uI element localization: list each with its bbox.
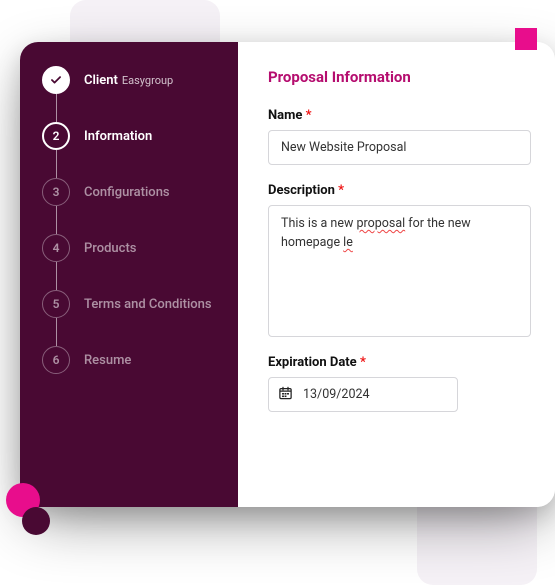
step-connector bbox=[56, 150, 57, 178]
description-field: Description * This is a new proposal for… bbox=[268, 183, 531, 337]
description-input[interactable]: This is a new proposal for the new homep… bbox=[268, 205, 531, 337]
step-connector bbox=[56, 262, 57, 290]
name-field: Name * bbox=[268, 108, 531, 165]
decorative-plum-circle bbox=[22, 507, 50, 535]
step-label: Terms and Conditions bbox=[84, 297, 212, 312]
step-label: Information bbox=[84, 129, 152, 144]
step-label: Resume bbox=[84, 353, 131, 368]
wizard-step-information[interactable]: 2 Information bbox=[42, 122, 216, 178]
step-label: Configurations bbox=[84, 185, 170, 200]
expiration-label: Expiration Date * bbox=[268, 355, 531, 370]
wizard-step-terms[interactable]: 5 Terms and Conditions bbox=[42, 290, 216, 346]
calendar-icon bbox=[278, 385, 293, 404]
step-number: 5 bbox=[42, 290, 70, 318]
description-label: Description * bbox=[268, 183, 531, 198]
required-mark: * bbox=[338, 183, 344, 198]
required-mark: * bbox=[306, 108, 312, 123]
name-input[interactable] bbox=[268, 130, 531, 165]
wizard-step-resume[interactable]: 6 Resume bbox=[42, 346, 216, 374]
step-connector bbox=[56, 318, 57, 346]
required-mark: * bbox=[360, 355, 366, 370]
label-text: Expiration Date bbox=[268, 355, 357, 370]
decorative-pink-square bbox=[515, 28, 537, 50]
wizard-step-products[interactable]: 4 Products bbox=[42, 234, 216, 290]
label-text: Description bbox=[268, 183, 335, 198]
expiration-date-input[interactable] bbox=[268, 377, 458, 412]
name-label: Name * bbox=[268, 108, 531, 123]
check-icon bbox=[42, 66, 70, 94]
wizard-content: Proposal Information Name * Description … bbox=[238, 42, 555, 507]
label-text: Name bbox=[268, 108, 302, 123]
section-title: Proposal Information bbox=[268, 68, 531, 86]
step-number: 4 bbox=[42, 234, 70, 262]
step-sublabel: Easygroup bbox=[122, 74, 173, 87]
wizard-sidebar: Client Easygroup 2 Information 3 Configu… bbox=[20, 42, 238, 507]
step-number: 3 bbox=[42, 178, 70, 206]
wizard-step-client[interactable]: Client Easygroup bbox=[42, 66, 216, 122]
step-label: Products bbox=[84, 241, 136, 256]
step-label: Client bbox=[84, 73, 118, 88]
date-input-wrap bbox=[268, 377, 458, 412]
step-number: 6 bbox=[42, 346, 70, 374]
proposal-wizard-card: Client Easygroup 2 Information 3 Configu… bbox=[20, 42, 555, 507]
expiration-field: Expiration Date * bbox=[268, 355, 531, 412]
wizard-step-configurations[interactable]: 3 Configurations bbox=[42, 178, 216, 234]
wizard-steps: Client Easygroup 2 Information 3 Configu… bbox=[42, 66, 216, 374]
step-connector bbox=[56, 206, 57, 234]
step-number: 2 bbox=[42, 122, 70, 150]
step-connector bbox=[56, 94, 57, 122]
